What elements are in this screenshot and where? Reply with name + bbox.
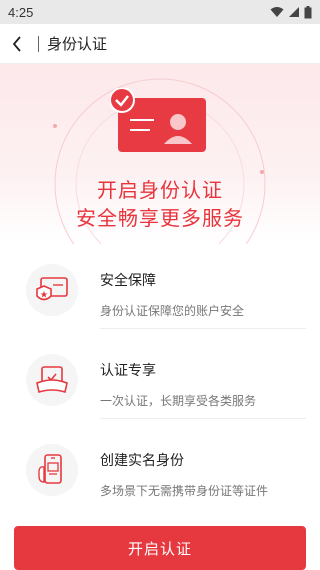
- feature-real-name: 创建实名身份 多场景下无需携带身份证等证件: [0, 424, 320, 514]
- back-button[interactable]: [2, 24, 32, 64]
- feature-title: 创建实名身份: [100, 453, 184, 469]
- chevron-left-icon: [12, 35, 21, 52]
- phone-id-icon: [26, 444, 78, 496]
- feature-divider: [100, 328, 306, 329]
- feature-title: 认证专享: [100, 363, 156, 379]
- status-time: 4:25: [8, 4, 34, 20]
- id-card-icon: [110, 88, 206, 152]
- hero-subtitle: 安全畅享更多服务: [76, 206, 244, 230]
- status-bar: 4:25: [0, 0, 320, 24]
- exclusive-badge-icon: [26, 354, 78, 406]
- hero-title: 开启身份认证: [97, 178, 223, 202]
- signal-icon: [289, 7, 299, 17]
- enable-verification-button[interactable]: 开启认证: [14, 526, 306, 570]
- feature-title: 安全保障: [100, 273, 156, 289]
- title-divider: [38, 35, 39, 52]
- feature-subtitle: 多场景下无需携带身份证等证件: [100, 484, 269, 498]
- feature-subtitle: 身份认证保障您的账户安全: [100, 304, 245, 318]
- feature-security: 安全保障 身份认证保障您的账户安全: [0, 244, 320, 334]
- status-icons: [270, 5, 312, 19]
- feature-divider: [100, 418, 306, 419]
- feature-subtitle: 一次认证，长期享受各类服务: [100, 394, 257, 408]
- page-title: 身份认证: [47, 35, 108, 53]
- battery-icon: [304, 5, 312, 18]
- shield-card-icon: [26, 264, 78, 316]
- hero-banner: 开启身份认证 安全畅享更多服务: [0, 64, 320, 244]
- app-bar: 身份认证: [0, 24, 320, 64]
- feature-exclusive: 认证专享 一次认证，长期享受各类服务: [0, 334, 320, 424]
- wifi-icon: [270, 7, 284, 17]
